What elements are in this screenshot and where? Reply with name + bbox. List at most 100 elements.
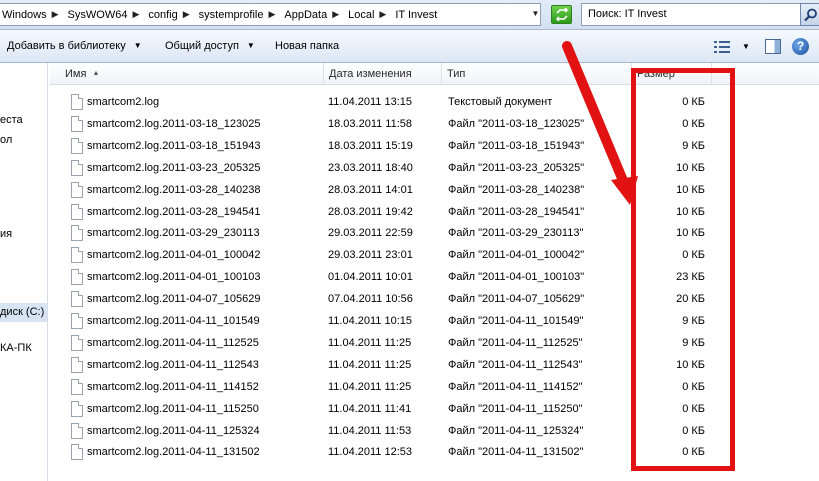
breadcrumb-chevron-icon[interactable]: ▶ <box>327 9 345 20</box>
search-button[interactable] <box>800 3 819 26</box>
search-input[interactable]: Поиск: IT Invest <box>581 3 802 26</box>
navigation-pane[interactable]: еста ол ия диск (C:) КА-ПК <box>0 63 48 481</box>
refresh-button[interactable] <box>551 5 572 24</box>
file-date: 11.04.2011 10:15 <box>328 315 413 327</box>
text-file-icon <box>71 137 83 154</box>
file-date: 11.04.2011 11:25 <box>328 358 412 371</box>
file-type: Файл "2011-04-01_100103" <box>448 271 585 284</box>
text-file-icon <box>71 356 83 373</box>
text-file-icon <box>71 247 83 264</box>
file-date: 11.04.2011 13:15 <box>328 96 413 108</box>
column-header-name[interactable]: Имя ▲ <box>60 63 324 85</box>
breadcrumb-chevron-icon[interactable]: ▶ <box>127 9 145 20</box>
help-icon[interactable]: ? <box>792 38 809 55</box>
nav-item-2[interactable]: ол <box>0 134 12 146</box>
file-row[interactable]: smartcom2.log.2011-03-18_123025 18.03.201… <box>50 114 819 136</box>
breadcrumb-appdata[interactable]: AppData ▶ <box>281 4 345 25</box>
text-file-icon <box>71 422 83 439</box>
file-type: Файл "2011-04-01_100042" <box>448 249 585 262</box>
file-type: Файл "2011-03-28_194541" <box>448 205 585 218</box>
nav-item-computer[interactable]: КА-ПК <box>0 342 32 354</box>
file-size: 0 КБ <box>682 96 705 108</box>
breadcrumb-systemprofile[interactable]: systemprofile ▶ <box>196 4 282 25</box>
nav-item-local-disk[interactable]: диск (C:) <box>0 303 47 322</box>
file-type: Файл "2011-04-11_112525" <box>448 336 583 349</box>
file-row[interactable]: smartcom2.log 11.04.2011 13:15 Текстовый д… <box>50 92 819 114</box>
column-headers: Имя ▲ Дата изменения Тип Размер <box>50 63 819 85</box>
column-header-date[interactable]: Дата изменения <box>324 63 442 85</box>
breadcrumb-chevron-icon[interactable]: ▶ <box>263 9 281 20</box>
file-name: smartcom2.log.2011-04-01_100103 <box>87 271 261 284</box>
file-size: 10 КБ <box>676 358 705 371</box>
file-row[interactable]: smartcom2.log.2011-04-11_115250 11.04.201… <box>50 399 819 421</box>
file-row[interactable]: smartcom2.log.2011-04-11_101549 11.04.201… <box>50 311 819 333</box>
column-header-size[interactable]: Размер <box>632 63 712 85</box>
search-icon <box>804 8 817 22</box>
file-row[interactable]: smartcom2.log.2011-04-11_114152 11.04.201… <box>50 377 819 399</box>
file-row[interactable]: smartcom2.log.2011-04-11_112543 11.04.201… <box>50 355 819 377</box>
address-strip: Windows ▶ SysWOW64 ▶ config ▶ systemprofile… <box>0 0 819 30</box>
views-icon[interactable] <box>714 41 730 53</box>
file-type: Текстовый документ <box>448 96 553 108</box>
file-row[interactable]: smartcom2.log.2011-03-29_230113 29.03.201… <box>50 223 819 245</box>
file-row[interactable]: smartcom2.log.2011-03-18_151943 18.03.201… <box>50 136 819 158</box>
file-type: Файл "2011-04-11_101549" <box>448 315 584 327</box>
file-row[interactable]: smartcom2.log.2011-03-28_140238 28.03.201… <box>50 180 819 202</box>
file-row[interactable]: smartcom2.log.2011-04-01_100042 29.03.201… <box>50 245 819 267</box>
breadcrumb-chevron-icon[interactable]: ▶ <box>178 9 196 20</box>
add-to-library-button[interactable]: Добавить в библиотеку ▼ <box>7 40 142 52</box>
file-size: 10 КБ <box>676 161 705 174</box>
file-date: 11.04.2011 12:53 <box>328 446 413 459</box>
breadcrumb-it-invest[interactable]: IT Invest <box>392 4 437 25</box>
file-row[interactable]: smartcom2.log.2011-04-11_131502 11.04.201… <box>50 442 819 464</box>
file-size: 10 КБ <box>676 205 705 218</box>
text-file-icon <box>71 203 83 220</box>
file-size: 0 КБ <box>682 402 705 415</box>
nav-item-1[interactable]: еста <box>0 114 23 126</box>
file-list[interactable]: Имя ▲ Дата изменения Тип Размер smartcom2… <box>50 63 819 481</box>
file-name: smartcom2.log.2011-03-18_123025 <box>87 117 261 130</box>
file-row[interactable]: smartcom2.log.2011-04-11_125324 11.04.201… <box>50 421 819 443</box>
breadcrumb-config[interactable]: config ▶ <box>145 4 195 25</box>
file-date: 29.03.2011 23:01 <box>328 249 413 262</box>
views-dropdown-icon[interactable]: ▼ <box>742 42 750 51</box>
file-date: 18.03.2011 11:58 <box>328 117 413 130</box>
text-file-icon <box>71 313 83 329</box>
file-date: 11.04.2011 11:25 <box>328 380 412 393</box>
text-file-icon <box>71 181 83 198</box>
address-bar[interactable]: Windows ▶ SysWOW64 ▶ config ▶ systemprofile… <box>0 3 541 26</box>
file-row[interactable]: smartcom2.log.2011-04-07_105629 07.04.201… <box>50 289 819 311</box>
file-row[interactable]: smartcom2.log.2011-03-28_194541 28.03.201… <box>50 202 819 224</box>
text-file-icon <box>71 444 83 461</box>
file-type: Файл "2011-03-29_230113" <box>448 227 584 240</box>
file-name: smartcom2.log.2011-04-11_125324 <box>87 424 260 437</box>
breadcrumb-local[interactable]: Local ▶ <box>345 4 392 25</box>
address-history-dropdown-icon[interactable]: ▼ <box>531 8 540 20</box>
file-row[interactable]: smartcom2.log.2011-03-23_205325 23.03.201… <box>50 158 819 180</box>
breadcrumb-chevron-icon[interactable]: ▶ <box>47 9 65 20</box>
file-row[interactable]: smartcom2.log.2011-04-11_112525 11.04.201… <box>50 333 819 355</box>
column-header-type[interactable]: Тип <box>442 63 632 85</box>
file-name: smartcom2.log.2011-03-29_230113 <box>87 227 260 240</box>
sort-ascending-icon: ▲ <box>92 70 100 77</box>
text-file-icon <box>71 378 83 395</box>
preview-pane-icon[interactable] <box>765 39 781 54</box>
file-name: smartcom2.log.2011-03-28_140238 <box>87 183 261 196</box>
breadcrumb-chevron-icon[interactable]: ▶ <box>374 9 392 20</box>
breadcrumb-syswow64[interactable]: SysWOW64 ▶ <box>65 4 146 25</box>
file-date: 07.04.2011 10:56 <box>328 293 413 306</box>
file-date: 01.04.2011 10:01 <box>328 271 413 284</box>
nav-item-3[interactable]: ия <box>0 228 12 240</box>
file-size: 0 КБ <box>682 117 705 130</box>
file-name: smartcom2.log.2011-04-01_100042 <box>87 249 261 262</box>
file-row[interactable]: smartcom2.log.2011-04-01_100103 01.04.201… <box>50 267 819 289</box>
file-date: 29.03.2011 22:59 <box>328 227 413 240</box>
new-folder-button[interactable]: Новая папка <box>275 40 339 52</box>
file-name: smartcom2.log.2011-04-11_112525 <box>87 336 259 349</box>
file-date: 11.04.2011 11:53 <box>328 424 412 437</box>
breadcrumb-windows[interactable]: Windows ▶ <box>0 4 65 25</box>
share-button[interactable]: Общий доступ ▼ <box>165 40 255 52</box>
file-date: 23.03.2011 18:40 <box>328 161 413 174</box>
refresh-icon <box>555 8 569 21</box>
file-name: smartcom2.log.2011-04-11_101549 <box>87 315 260 327</box>
